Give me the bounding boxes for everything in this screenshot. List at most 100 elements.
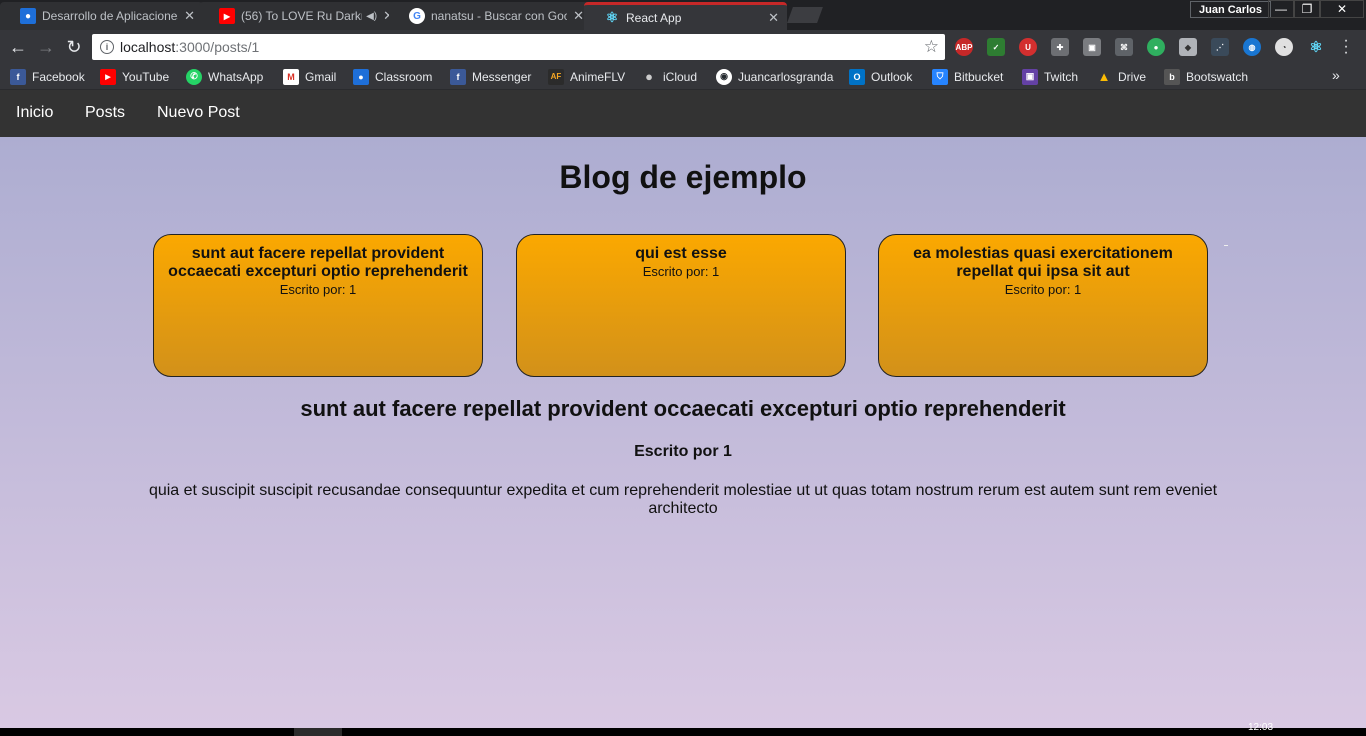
restore-button[interactable]: ❐ [1294, 0, 1320, 18]
bookmark-label: Drive [1118, 69, 1147, 84]
forward-arrow-icon[interactable]: → [34, 35, 58, 59]
post-card[interactable]: ea molestias quasi exercitationem repell… [878, 234, 1208, 377]
bookmark-animeflv[interactable]: AF AnimeFLV [548, 68, 625, 85]
bookmark-outlook[interactable]: O Outlook [849, 68, 912, 85]
bookmark-label: Messenger [472, 69, 532, 84]
profile-button[interactable]: Juan Carlos [1190, 1, 1271, 18]
google-icon: G [409, 8, 425, 24]
bookmark-label: AnimeFLV [570, 69, 626, 84]
drive-icon: ▲ [1097, 69, 1111, 84]
tab-title: (56) To LOVE Ru Darkness [241, 9, 362, 23]
url-host: localhost [120, 39, 176, 55]
tab-google[interactable]: G nanatsu - Buscar con Google ✕ [389, 2, 592, 30]
bookmark-gmail[interactable]: M Gmail [283, 68, 336, 85]
address-bar[interactable]: i localhost:3000/posts/1 ☆ [92, 34, 945, 60]
browser-toolbar: ← → ↻ i localhost:3000/posts/1 ☆ ABP ✓ U… [0, 30, 1366, 63]
app-navbar: Inicio Posts Nuevo Post [0, 90, 1366, 137]
tab-desarrollo[interactable]: ● Desarrollo de Aplicaciones ✕ [0, 2, 203, 30]
bookmark-bitbucket[interactable]: ⛉ Bitbucket [932, 68, 1003, 85]
post-card[interactable]: sunt aut facere repellat provident occae… [153, 234, 483, 377]
close-window-button[interactable]: ✕ [1320, 0, 1364, 18]
bootswatch-icon: b [1164, 68, 1180, 85]
post-card-author: Escrito por: 1 [279, 282, 357, 297]
info-icon[interactable]: i [100, 40, 114, 54]
nav-link-inicio[interactable]: Inicio [16, 104, 53, 122]
nav-link-posts[interactable]: Posts [85, 104, 125, 122]
bookmark-drive[interactable]: ▲ Drive [1096, 68, 1146, 85]
post-detail-author: Escrito por 1 [634, 443, 732, 460]
whatsapp-icon: ✆ [186, 68, 202, 85]
tab-youtube[interactable]: ▶ (56) To LOVE Ru Darkness ◀) ✕ [199, 2, 402, 30]
bookmark-youtube[interactable]: ▶ YouTube [100, 68, 169, 85]
apple-icon: ● [641, 68, 657, 85]
bookmark-label: WhatsApp [208, 69, 264, 84]
new-tab-button[interactable] [787, 7, 823, 23]
bookmark-label: Bitbucket [954, 69, 1004, 84]
facebook-icon: f [10, 68, 26, 85]
react-devtools-icon[interactable]: ⚛ [1307, 38, 1325, 56]
animeflv-icon: AF [548, 68, 564, 85]
node-icon[interactable]: ⋰ [1211, 38, 1229, 56]
classroom-icon: ● [353, 68, 369, 85]
post-card-title: sunt aut facere repellat provident occae… [168, 245, 468, 280]
menu-dots-icon[interactable]: · · · [1340, 33, 1352, 61]
close-tab-icon[interactable]: ✕ [573, 8, 584, 24]
bookmark-facebook[interactable]: f Facebook [10, 68, 85, 85]
minimize-button[interactable]: — [1268, 0, 1294, 18]
bookmark-whatsapp[interactable]: ✆ WhatsApp [186, 68, 263, 85]
github-icon: ◉ [716, 68, 732, 85]
shield-icon[interactable]: ✓ [987, 38, 1005, 56]
twitch-icon: ▣ [1022, 68, 1038, 85]
back-arrow-icon[interactable]: ← [6, 35, 30, 59]
nav-link-nuevo-post[interactable]: Nuevo Post [157, 104, 240, 122]
bookmark-label: Juancarlosgranda [738, 69, 834, 84]
taskbar-clock: 12:03 [1248, 722, 1274, 733]
bitbucket-icon: ⛉ [932, 68, 948, 85]
clock-icon[interactable]: ◔ [1275, 38, 1293, 56]
bookmark-github[interactable]: ◉ Juancarlosgranda [716, 68, 833, 85]
post-card-title: ea molestias quasi exercitationem repell… [913, 245, 1173, 280]
post-card-author: Escrito por: 1 [642, 264, 720, 279]
bag-icon[interactable]: ▣ [1083, 38, 1101, 56]
adblock-plus-icon[interactable]: ABP [955, 38, 973, 56]
bookmark-classroom[interactable]: ● Classroom [353, 68, 432, 85]
divider [1224, 245, 1228, 246]
outlook-icon: O [849, 68, 865, 85]
leaf-icon[interactable]: ● [1147, 38, 1165, 56]
taskbar-app-item[interactable] [294, 728, 342, 736]
bookmark-label: Classroom [375, 69, 433, 84]
gmail-icon: M [283, 68, 299, 85]
puzzle-icon[interactable]: ✚ [1051, 38, 1069, 56]
globe-icon[interactable]: ◍ [1243, 38, 1261, 56]
speaker-icon[interactable]: ◀) [366, 11, 377, 22]
pdf-icon[interactable]: ⌘ [1115, 38, 1133, 56]
bookmark-messenger[interactable]: f Messenger [450, 68, 531, 85]
bookmark-label: Facebook [32, 69, 85, 84]
bookmark-label: Bootswatch [1186, 69, 1249, 84]
bookmarks-bar: f Facebook ▶ YouTube ✆ WhatsApp M Gmail ● Cla… [0, 63, 1366, 90]
page-title: Blog de ejemplo [559, 159, 807, 195]
reload-icon[interactable]: ↻ [62, 35, 86, 59]
bookmark-label: Outlook [871, 69, 913, 84]
bookmark-label: YouTube [122, 69, 170, 84]
os-taskbar: 12:03 [0, 722, 1366, 736]
tab-react-app[interactable]: ⚛ React App ✕ [584, 2, 787, 30]
react-icon: ⚛ [605, 9, 619, 25]
more-bookmarks-icon[interactable]: » [1332, 67, 1340, 83]
bookmark-label: Gmail [305, 69, 337, 84]
cube-icon[interactable]: ◆ [1179, 38, 1197, 56]
post-card[interactable]: qui est esse Escrito por: 1 [516, 234, 846, 377]
youtube-icon: ▶ [219, 8, 235, 24]
bookmark-twitch[interactable]: ▣ Twitch [1022, 68, 1078, 85]
close-tab-icon[interactable]: ✕ [184, 8, 195, 24]
close-tab-icon[interactable]: ✕ [768, 10, 779, 26]
bookmark-label: Twitch [1044, 69, 1079, 84]
youtube-icon: ▶ [100, 68, 116, 85]
ublock-icon[interactable]: U [1019, 38, 1037, 56]
bookmark-star-icon[interactable]: ☆ [924, 37, 939, 57]
classroom-icon: ● [20, 8, 36, 24]
page-content: Blog de ejemplo sunt aut facere repellat… [0, 137, 1366, 728]
bookmark-bootswatch[interactable]: b Bootswatch [1164, 68, 1248, 85]
post-detail-body: quia et suscipit suscipit recusandae con… [148, 482, 1218, 517]
bookmark-icloud[interactable]: ● iCloud [641, 68, 697, 85]
